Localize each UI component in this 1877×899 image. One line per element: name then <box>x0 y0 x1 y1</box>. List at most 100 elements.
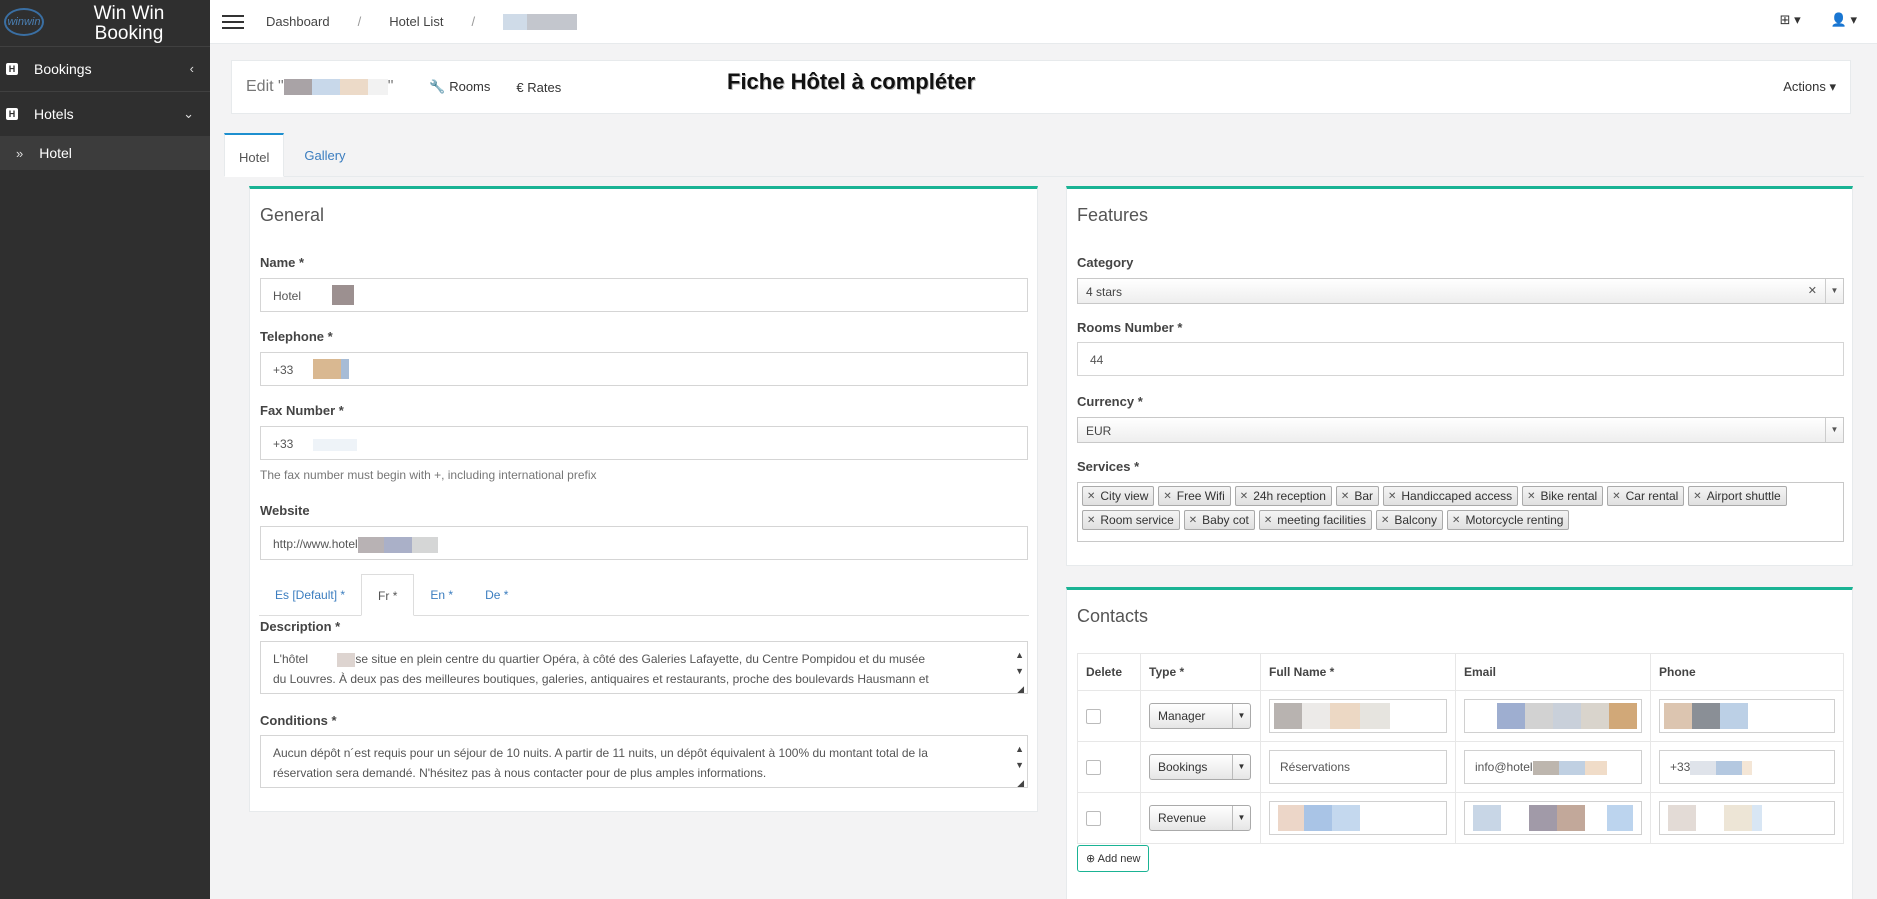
actions-dropdown[interactable]: Actions ▾ <box>1783 79 1836 95</box>
description-textarea[interactable]: L'hôtel se situe en plein centre du quar… <box>260 641 1028 694</box>
remove-tag-icon[interactable]: ✕ <box>1189 515 1197 526</box>
conditions-label: Conditions * <box>260 713 337 728</box>
sidebar-item-bookings[interactable]: H Bookings ‹ <box>0 46 210 91</box>
contacts-panel: Contacts Delete Type * Full Name * Email… <box>1066 587 1853 899</box>
type-select[interactable]: Revenue ▼ <box>1149 805 1251 831</box>
email-input[interactable] <box>1464 699 1642 733</box>
telephone-field[interactable]: +33 <box>260 352 1028 386</box>
general-panel: General Name * Hotel Telephone * +33 Fax… <box>249 186 1038 812</box>
resize-handle-icon[interactable]: ◢ <box>1017 679 1024 693</box>
column-header-type: Type * <box>1140 653 1261 691</box>
service-tag-label: Bike rental <box>1540 489 1598 503</box>
sidebar-item-hotels[interactable]: H Hotels ⌄ <box>0 91 210 136</box>
calendar-h-icon: H <box>6 63 18 75</box>
remove-tag-icon[interactable]: ✕ <box>1087 491 1095 502</box>
resize-handle-icon[interactable]: ◢ <box>1017 773 1024 787</box>
remove-tag-icon[interactable]: ✕ <box>1087 515 1095 526</box>
website-label: Website <box>260 503 310 518</box>
clear-icon[interactable]: ✕ <box>1808 284 1817 297</box>
remove-tag-icon[interactable]: ✕ <box>1527 491 1535 502</box>
remove-tag-icon[interactable]: ✕ <box>1693 491 1701 502</box>
email-input[interactable] <box>1464 801 1642 835</box>
delete-checkbox[interactable] <box>1086 759 1101 775</box>
tab-lang-en[interactable]: En * <box>414 574 469 616</box>
service-tag: ✕ Free Wifi <box>1158 486 1231 506</box>
category-label: Category <box>1077 255 1134 270</box>
rooms-link[interactable]: 🔧 Rooms <box>429 79 490 95</box>
remove-tag-icon[interactable]: ✕ <box>1388 491 1396 502</box>
email-input[interactable]: info@hotel <box>1464 750 1642 784</box>
service-tag-label: Bar <box>1354 489 1373 503</box>
page-header: Edit " " 🔧 Rooms € Rates Fiche Hôtel à co… <box>231 60 1851 114</box>
rates-link[interactable]: € Rates <box>516 80 561 95</box>
name-label: Name * <box>260 255 305 270</box>
service-tag-label: Car rental <box>1625 489 1679 503</box>
service-tag-label: City view <box>1100 489 1149 503</box>
table-row: Manager ▼ <box>1077 690 1844 742</box>
remove-tag-icon[interactable]: ✕ <box>1264 515 1272 526</box>
remove-tag-icon[interactable]: ✕ <box>1612 491 1620 502</box>
delete-checkbox[interactable] <box>1086 708 1101 724</box>
remove-tag-icon[interactable]: ✕ <box>1240 491 1248 502</box>
full-name-input[interactable] <box>1269 801 1447 835</box>
breadcrumb-separator: / <box>357 14 362 29</box>
tab-lang-fr[interactable]: Fr * <box>361 574 415 616</box>
full-name-input[interactable] <box>1269 699 1447 733</box>
hamburger-menu-icon[interactable] <box>222 11 244 33</box>
general-title: General <box>260 205 325 225</box>
tab-gallery[interactable]: Gallery <box>290 133 359 177</box>
service-tag: ✕ meeting facilities <box>1258 510 1372 530</box>
table-row: Bookings ▼ Réservations info@hotel +33 <box>1077 741 1844 793</box>
sidebar-item-label: Hotel <box>39 145 72 161</box>
wrench-icon: 🔧 <box>429 79 446 94</box>
service-tag: ✕ Airport shuttle <box>1688 486 1787 506</box>
column-header-delete: Delete <box>1077 653 1141 691</box>
rooms-number-field[interactable]: 44 <box>1077 342 1844 376</box>
logo[interactable]: winwin Win Win Booking <box>0 0 210 44</box>
remove-tag-icon[interactable]: ✕ <box>1163 491 1171 502</box>
add-contact-button[interactable]: ⊕ Add new <box>1077 845 1150 872</box>
remove-tag-icon[interactable]: ✕ <box>1381 515 1389 526</box>
breadcrumb-dashboard[interactable]: Dashboard <box>266 14 330 29</box>
tab-lang-es[interactable]: Es [Default] * <box>259 574 361 616</box>
logo-mark-icon: winwin <box>4 8 44 36</box>
remove-tag-icon[interactable]: ✕ <box>1341 491 1349 502</box>
features-title: Features <box>1077 205 1149 225</box>
category-select[interactable]: 4 stars ✕ ▼ <box>1077 278 1844 304</box>
service-tag: ✕ Room service <box>1082 510 1180 530</box>
service-tag: ✕ Handiccaped access <box>1383 486 1519 506</box>
conditions-textarea[interactable]: Aucun dépôt n´est requis pour un séjour … <box>260 735 1028 788</box>
service-tag-label: meeting facilities <box>1277 513 1366 527</box>
user-menu-icon[interactable]: 👤 ▾ <box>1831 12 1857 28</box>
type-select[interactable]: Manager ▼ <box>1149 703 1251 729</box>
type-select[interactable]: Bookings ▼ <box>1149 754 1251 780</box>
phone-input[interactable] <box>1659 801 1835 835</box>
website-field[interactable]: http://www.hotel <box>260 526 1028 560</box>
delete-checkbox[interactable] <box>1086 810 1101 826</box>
breadcrumb-current-hotel <box>503 13 578 30</box>
breadcrumb-separator: / <box>471 14 476 29</box>
calendar-h-icon: H <box>6 108 18 120</box>
breadcrumb-hotel-list[interactable]: Hotel List <box>389 14 443 29</box>
currency-select[interactable]: EUR ▼ <box>1077 417 1844 443</box>
remove-tag-icon[interactable]: ✕ <box>1452 515 1460 526</box>
scroll-down-icon[interactable]: ▼ <box>1015 755 1024 775</box>
name-field[interactable]: Hotel <box>260 278 1028 312</box>
sidebar-item-label: Bookings <box>34 61 92 77</box>
add-menu-icon[interactable]: ⊞ ▾ <box>1780 12 1801 28</box>
chevron-down-icon: ▼ <box>1232 806 1250 830</box>
telephone-label: Telephone * <box>260 329 333 344</box>
rooms-number-label: Rooms Number * <box>1077 320 1183 335</box>
scroll-down-icon[interactable]: ▼ <box>1015 661 1024 681</box>
full-name-input[interactable]: Réservations <box>1269 750 1447 784</box>
fax-field[interactable]: +33 <box>260 426 1028 460</box>
chevron-left-icon: ‹ <box>189 61 194 76</box>
service-tag-label: Free Wifi <box>1176 489 1225 503</box>
sidebar-item-label: Hotels <box>34 106 74 122</box>
phone-input[interactable]: +33 <box>1659 750 1835 784</box>
phone-input[interactable] <box>1659 699 1835 733</box>
services-multiselect[interactable]: ✕ City view ✕ Free Wifi ✕ 24h reception ✕ Bar ✕ H… <box>1077 482 1844 542</box>
sidebar-subitem-hotel[interactable]: » Hotel <box>0 136 210 170</box>
tab-lang-de[interactable]: De * <box>469 574 524 616</box>
tab-hotel[interactable]: Hotel <box>224 133 285 177</box>
